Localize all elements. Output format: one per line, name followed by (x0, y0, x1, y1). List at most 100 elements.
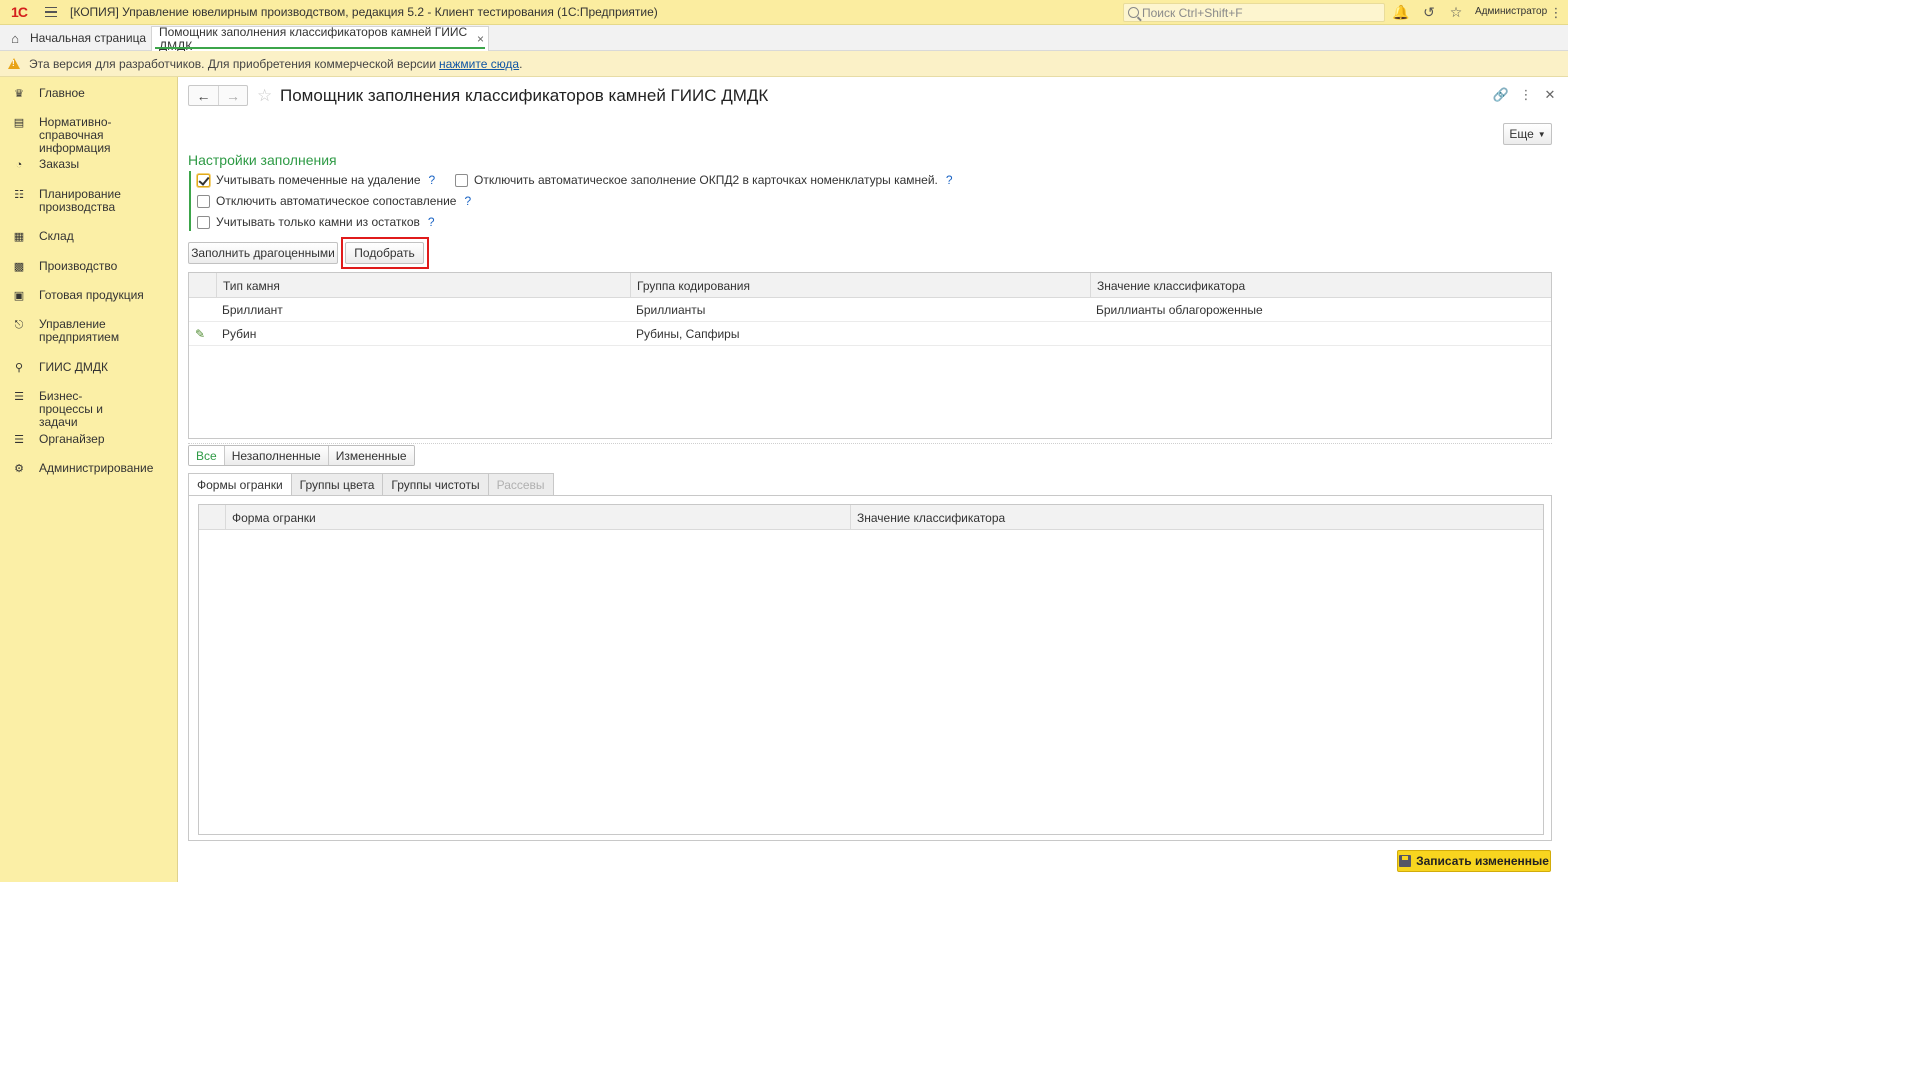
checkbox-only-stock[interactable] (197, 215, 210, 229)
option-label: Учитывать помеченные на удаление (216, 173, 421, 187)
sidebar-item-label: Администрирование (39, 461, 154, 475)
tab-color-groups[interactable]: Группы цвета (291, 473, 384, 496)
main-menu-icon[interactable] (40, 0, 62, 25)
tab-stone-classifier-wizard[interactable]: Помощник заполнения классификаторов камн… (151, 25, 489, 53)
form-area: ← → ☆ Помощник заполнения классификаторо… (178, 77, 1568, 882)
option-disable-okpd2[interactable]: Отключить автоматическое заполнение ОКПД… (455, 173, 953, 187)
table-header: Форма огранки Значение классификатора (199, 505, 1543, 530)
sidebar-item-warehouse[interactable]: ▦ Склад (0, 230, 178, 244)
sidebar-item-finished-goods[interactable]: ▣ Готовая продукция (0, 289, 178, 303)
open-tabs-bar: ⌂ Начальная страница Помощник заполнения… (0, 25, 1568, 53)
table-row[interactable]: Бриллиант Бриллианты Бриллианты облагоро… (189, 298, 1551, 322)
sidebar-item-enterprise[interactable]: ⎋ Управление предприятием (0, 318, 178, 344)
sidebar-item-planning[interactable]: ☷ Планирование производства (0, 188, 178, 214)
option-disable-matching[interactable]: Отключить автоматическое сопоставление ? (197, 194, 471, 208)
help-icon[interactable]: ? (429, 173, 436, 187)
header-cut-shape[interactable]: Форма огранки (225, 505, 850, 530)
banner-suffix: . (519, 56, 523, 71)
option-label: Учитывать только камни из остатков (216, 215, 420, 229)
fill-precious-button[interactable]: Заполнить драгоценными (188, 242, 338, 264)
tab-home[interactable]: ⌂ Начальная страница (0, 25, 146, 51)
chevron-down-icon: ▼ (1537, 129, 1546, 139)
sidebar-item-reference-info[interactable]: ▤ Нормативно-справочная информация (0, 116, 178, 155)
favorites-star-icon[interactable]: ☆ (1448, 4, 1464, 20)
sidebar-item-main[interactable]: ♛ Главное (0, 87, 178, 101)
history-nav: ← → (188, 85, 248, 106)
more-button[interactable]: Еще ▼ (1503, 123, 1552, 145)
option-marked-deletion[interactable]: Учитывать помеченные на удаление ? (197, 173, 435, 187)
sidebar-item-label: Управление предприятием (39, 317, 120, 344)
sidebar-item-label: ГИИС ДМДК (39, 360, 108, 374)
forward-arrow-icon[interactable]: → (218, 86, 247, 105)
bell-icon[interactable]: 🔔 (1392, 4, 1409, 20)
checkbox-marked-deletion[interactable] (197, 173, 210, 187)
header-marker-column (189, 273, 217, 298)
cell-classifier-value[interactable] (1090, 322, 1552, 346)
filter-changed[interactable]: Измененные (327, 446, 414, 465)
sliders-icon: ☰ (14, 433, 24, 446)
option-label: Отключить автоматическое заполнение ОКПД… (474, 173, 938, 187)
home-icon: ⌂ (11, 30, 19, 46)
header-marker-column (199, 505, 226, 530)
scan-icon: ⚲ (14, 361, 24, 374)
help-icon[interactable]: ? (428, 215, 435, 229)
table-header: Тип камня Группа кодирования Значение кл… (189, 273, 1551, 298)
search-placeholder: Поиск Ctrl+Shift+F (1142, 5, 1243, 20)
current-user[interactable]: Администратор (1475, 6, 1547, 17)
cell-coding-group[interactable]: Бриллианты (630, 298, 1090, 322)
history-icon[interactable]: ↺ (1421, 4, 1437, 20)
cut-shapes-table[interactable]: Форма огранки Значение классификатора (198, 504, 1544, 835)
splitter[interactable] (188, 443, 1552, 444)
clipboard-icon: ☷ (14, 188, 24, 201)
form-menu-icon[interactable]: ⋮ (1518, 87, 1534, 103)
tab-clarity-groups[interactable]: Группы чистоты (383, 473, 489, 496)
help-icon[interactable]: ? (946, 173, 953, 187)
close-tab-icon[interactable]: × (477, 32, 484, 46)
app-logo[interactable]: 1С (4, 0, 34, 25)
link-icon[interactable]: 🔗 (1493, 87, 1509, 103)
cell-coding-group[interactable]: Рубины, Сапфиры (630, 322, 1090, 346)
option-only-stock[interactable]: Учитывать только камни из остатков ? (197, 215, 435, 229)
factory-icon: ▩ (13, 260, 25, 273)
cell-stone-type[interactable]: Рубин (216, 322, 630, 346)
header-stone-type[interactable]: Тип камня (216, 273, 630, 298)
app-title: [КОПИЯ] Управление ювелирным производств… (70, 5, 658, 19)
checkbox-disable-matching[interactable] (197, 194, 210, 208)
tab-sieves: Рассевы (488, 473, 554, 496)
sidebar-item-label: Главное (39, 86, 85, 100)
save-changed-button[interactable]: Записать измененные (1397, 850, 1551, 872)
sidebar-item-label: Бизнес-процессы и задачи (39, 389, 103, 429)
table-row[interactable]: ✎ Рубин Рубины, Сапфиры (189, 322, 1551, 346)
close-form-icon[interactable]: ✕ (1542, 87, 1558, 103)
sidebar-item-production[interactable]: ▩ Производство (0, 260, 178, 274)
sidebar-item-orders[interactable]: ◔ Заказы (0, 158, 178, 172)
tab-active-label: Помощник заполнения классификаторов камн… (159, 25, 468, 53)
sidebar-item-business-processes[interactable]: ☰ Бизнес-процессы и задачи (0, 390, 178, 429)
header-coding-group[interactable]: Группа кодирования (630, 273, 1090, 298)
header-classifier-value[interactable]: Значение классификатора (1090, 273, 1552, 298)
header-classifier-value[interactable]: Значение классификатора (850, 505, 1544, 530)
filter-all[interactable]: Все (189, 446, 224, 465)
settings-section-title: Настройки заполнения (188, 152, 337, 168)
global-search-input[interactable]: Поиск Ctrl+Shift+F (1123, 3, 1385, 22)
favorite-star-icon[interactable]: ☆ (257, 86, 272, 106)
cell-classifier-value[interactable]: Бриллианты облагороженные (1090, 298, 1552, 322)
filter-unfilled[interactable]: Незаполненные (223, 446, 328, 465)
pie-icon: ◔ (15, 158, 23, 171)
help-icon[interactable]: ? (464, 194, 471, 208)
banner-link[interactable]: нажмите сюда (439, 57, 519, 71)
banner-text: Эта версия для разработчиков. Для приобр… (29, 56, 437, 71)
tasks-icon: ☰ (14, 390, 24, 403)
page-title: Помощник заполнения классификаторов камн… (280, 86, 769, 105)
book-icon: ▤ (13, 116, 25, 129)
stone-types-table[interactable]: Тип камня Группа кодирования Значение кл… (188, 272, 1552, 439)
window-menu-icon[interactable]: ⋮ (1544, 0, 1568, 25)
cell-stone-type[interactable]: Бриллиант (216, 298, 630, 322)
sidebar-item-administration[interactable]: ⚙ Администрирование (0, 462, 178, 476)
bag-icon: ▣ (13, 289, 25, 302)
checkbox-disable-okpd2[interactable] (455, 173, 468, 187)
sidebar-item-organizer[interactable]: ☰ Органайзер (0, 433, 178, 447)
back-arrow-icon[interactable]: ← (189, 86, 218, 105)
tab-cut-shapes[interactable]: Формы огранки (188, 473, 292, 496)
sidebar-item-giis-dmdk[interactable]: ⚲ ГИИС ДМДК (0, 361, 178, 375)
